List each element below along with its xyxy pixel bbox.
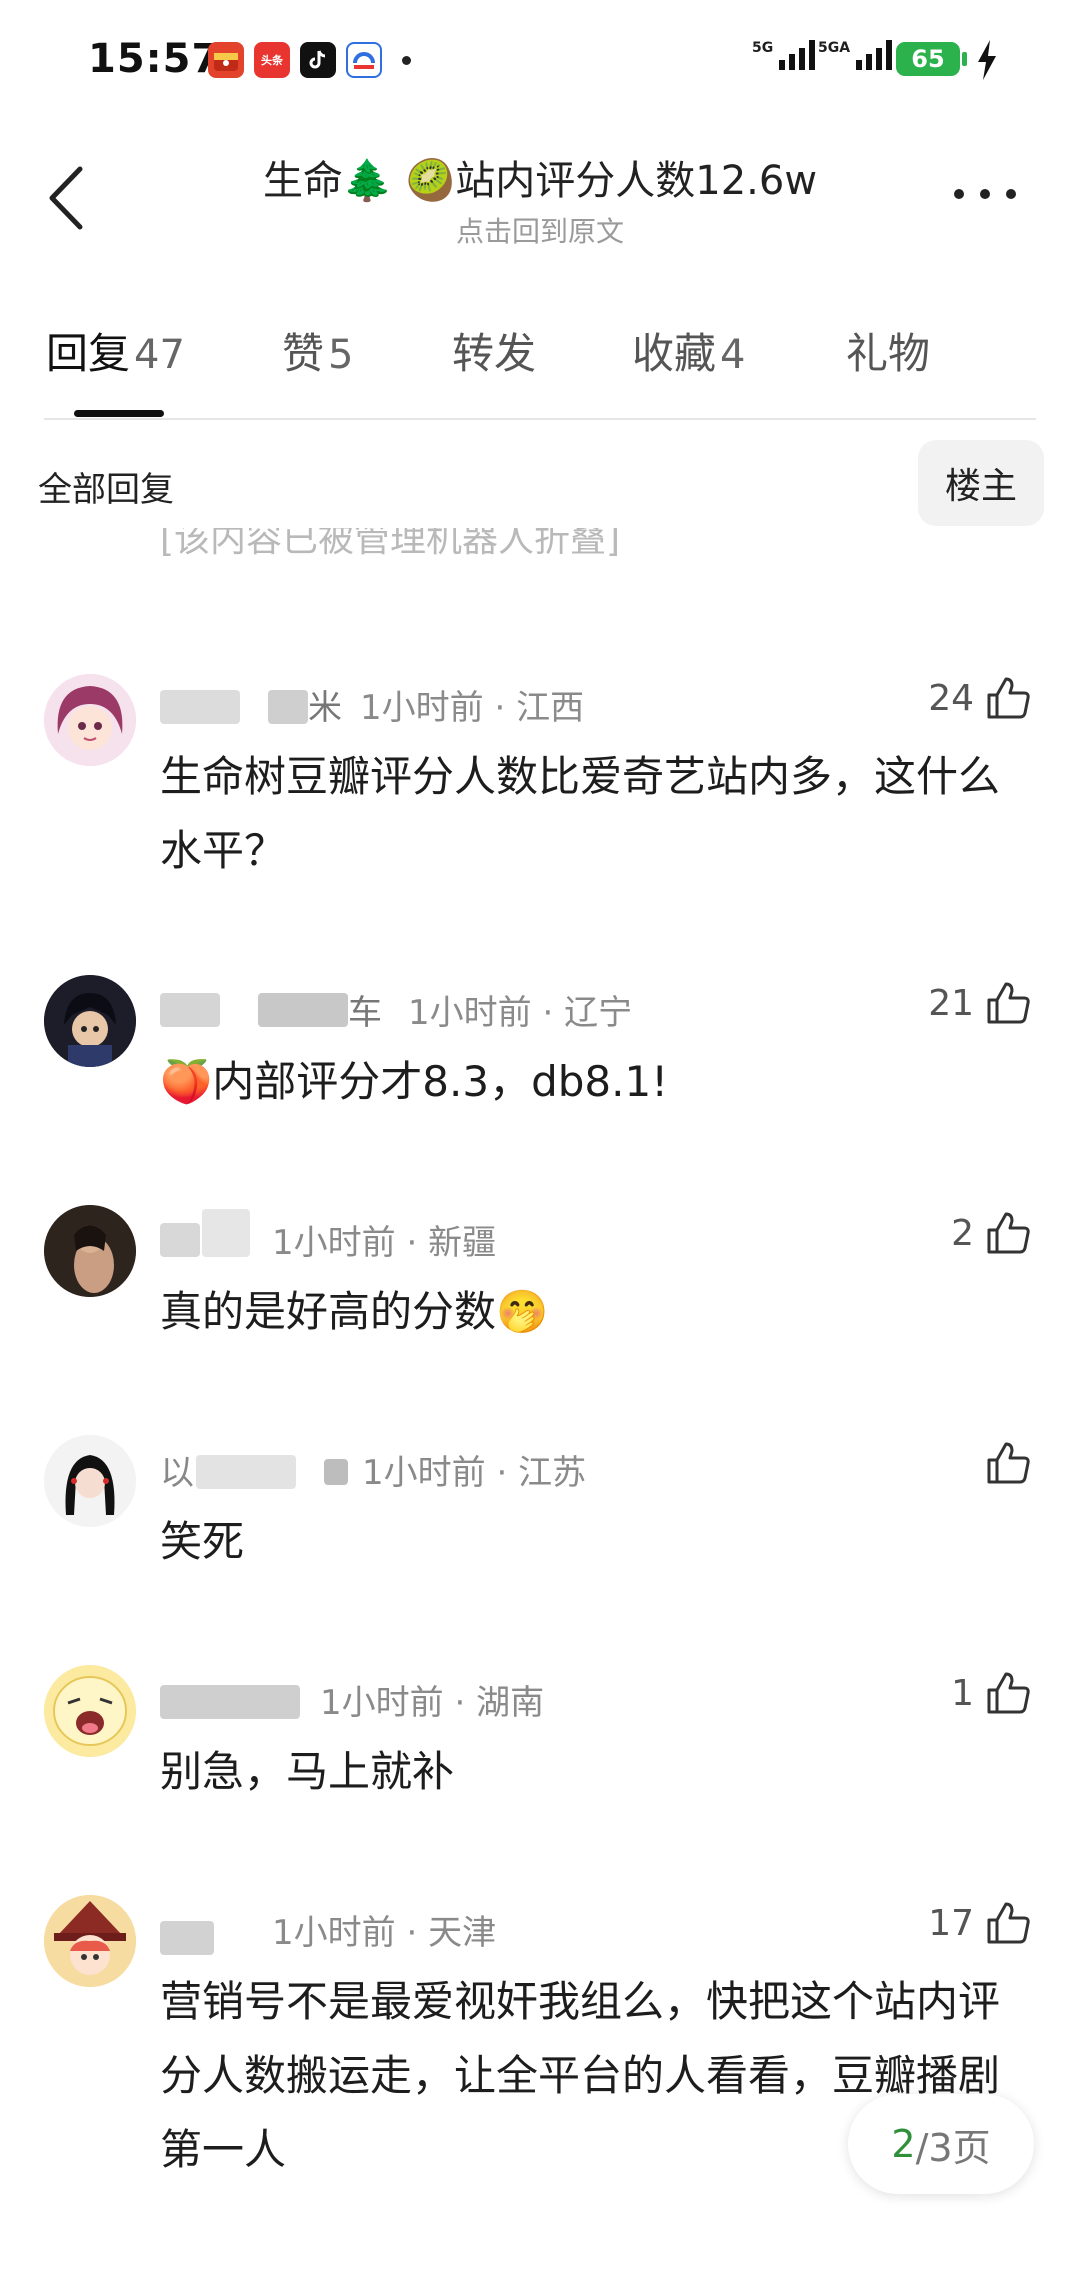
thumbs-up-icon (987, 1672, 1030, 1714)
username-blurred (160, 1921, 214, 1955)
folded-notice: [该内容已被管理机器人折叠] (160, 528, 621, 560)
username-blurred (196, 1455, 296, 1489)
username-tail: 米 (308, 688, 342, 728)
tab-gifts[interactable]: 礼物 (846, 320, 930, 381)
comment-meta: 1小时前 · 天津 (272, 1913, 497, 1953)
more-dot-icon (954, 189, 964, 199)
thumbs-up-icon (987, 982, 1030, 1024)
notification-icons: 头条 (208, 42, 411, 78)
username-blurred (160, 993, 220, 1027)
like-count: 2 (951, 1212, 974, 1254)
owner-only-button[interactable]: 楼主 (918, 440, 1044, 526)
more-options-button[interactable] (950, 174, 1020, 214)
like-count: 24 (928, 677, 974, 719)
like-count: 17 (928, 1902, 974, 1944)
post-title[interactable]: 生命🌲 🥝站内评分人数12.6w (0, 148, 1080, 206)
tab-count: 4 (720, 332, 746, 378)
tab-count: 47 (134, 332, 185, 378)
username-blurred (202, 1209, 250, 1257)
avatar[interactable] (44, 1665, 136, 1757)
username-blurred (160, 1685, 300, 1719)
thumbs-up-icon (987, 1902, 1030, 1944)
comment-text: 生命树豆瓣评分人数比爱奇艺站内多，这什么水平？ (160, 752, 1001, 875)
divider (44, 418, 1036, 420)
thumbs-up-icon (987, 1442, 1030, 1484)
cell-signal-2-icon: 5GA (818, 40, 893, 70)
comment-text: 笑死 (160, 1517, 245, 1566)
tiktok-app-icon (300, 42, 336, 78)
top-nav: 生命🌲 🥝站内评分人数12.6w 点击回到原文 (0, 130, 1080, 250)
avatar[interactable] (44, 975, 136, 1067)
toutiao-app-label: 头条 (261, 54, 283, 67)
thumbs-up-icon (987, 1212, 1030, 1254)
avatar[interactable] (44, 674, 136, 766)
tab-count: 5 (328, 332, 354, 378)
comment-meta: 1小时前 · 新疆 (272, 1223, 497, 1263)
like-control[interactable]: 1 (951, 1669, 1032, 1717)
calendar-app-icon (208, 42, 244, 78)
like-count: 21 (928, 982, 974, 1024)
comment-item[interactable]: 1小时前 · 新疆 2 真的是好高的分数🤭 (0, 1195, 1080, 1375)
detail-tabs: 回复 47 赞5 转发 收藏 4 礼物 (0, 310, 1080, 420)
more-notifications-dot (402, 55, 411, 65)
username-blurred (160, 1223, 200, 1257)
active-tab-indicator (74, 410, 164, 417)
comment-item[interactable]: 车 1小时前 · 辽宁 21 🍑内部评分才8.3，db8.1! (0, 965, 1080, 1145)
page-indicator-button[interactable]: 2/3页 (848, 2094, 1034, 2194)
username-tail: 车 (348, 993, 382, 1033)
comment-meta: 1小时前 · 江西 (360, 688, 585, 728)
avatar[interactable] (44, 1205, 136, 1297)
comment-meta: 1小时前 · 湖南 (320, 1683, 545, 1723)
comment-item[interactable]: 米 1小时前 · 江西 24 生命树豆瓣评分人数比爱奇艺站内多，这什么水平？ (0, 660, 1080, 910)
battery-indicator: 65 (896, 42, 960, 76)
total-pages: /3页 (915, 2125, 991, 2170)
current-page: 2 (891, 2122, 916, 2166)
tab-replies[interactable]: 回复 47 (46, 320, 185, 381)
comment-meta: 1小时前 · 江苏 (362, 1453, 587, 1493)
all-replies-label[interactable]: 全部回复 (38, 462, 174, 511)
avatar[interactable] (44, 1895, 136, 1987)
baidu-app-icon (346, 42, 382, 78)
more-dot-icon (980, 189, 990, 199)
back-to-original-link[interactable]: 点击回到原文 (0, 210, 1080, 250)
toutiao-app-icon: 头条 (254, 42, 290, 78)
cell-signal-1-icon: 5G (752, 40, 816, 70)
comment-text: 真的是好高的分数🤭 (160, 1287, 549, 1336)
charging-bolt-icon (978, 40, 996, 80)
comment-text: 🍑内部评分才8.3，db8.1! (160, 1057, 669, 1106)
comment-item[interactable]: 1小时前 · 湖南 1 别急，马上就补 (0, 1655, 1080, 1835)
like-count: 1 (951, 1672, 974, 1714)
like-control[interactable]: 21 (928, 979, 1032, 1027)
username-blurred (268, 690, 308, 724)
battery-tip (962, 52, 967, 66)
status-bar: 15:57 头条 5G 5GA 65 (0, 0, 1080, 120)
username-blurred (160, 690, 240, 724)
like-control[interactable] (974, 1439, 1032, 1487)
tab-reposts[interactable]: 转发 (452, 320, 536, 381)
thumbs-up-icon (987, 677, 1030, 719)
like-control[interactable]: 2 (951, 1209, 1032, 1257)
comment-meta: 1小时前 · 辽宁 (408, 993, 633, 1033)
comment-text: 别急，马上就补 (160, 1747, 455, 1796)
status-time: 15:57 (88, 36, 221, 82)
tab-likes[interactable]: 赞5 (282, 320, 353, 381)
username-tail: 以 (160, 1453, 194, 1493)
username-blurred (258, 993, 348, 1027)
comment-item[interactable]: 以 1小时前 · 江苏 笑死 (0, 1425, 1080, 1605)
more-dot-icon (1006, 189, 1016, 199)
username-blurred (324, 1459, 348, 1485)
like-control[interactable]: 24 (928, 674, 1032, 722)
like-control[interactable]: 17 (928, 1899, 1032, 1947)
filter-row: 全部回复 楼主 (0, 440, 1080, 530)
avatar[interactable] (44, 1435, 136, 1527)
tab-favorites[interactable]: 收藏 4 (632, 320, 745, 381)
